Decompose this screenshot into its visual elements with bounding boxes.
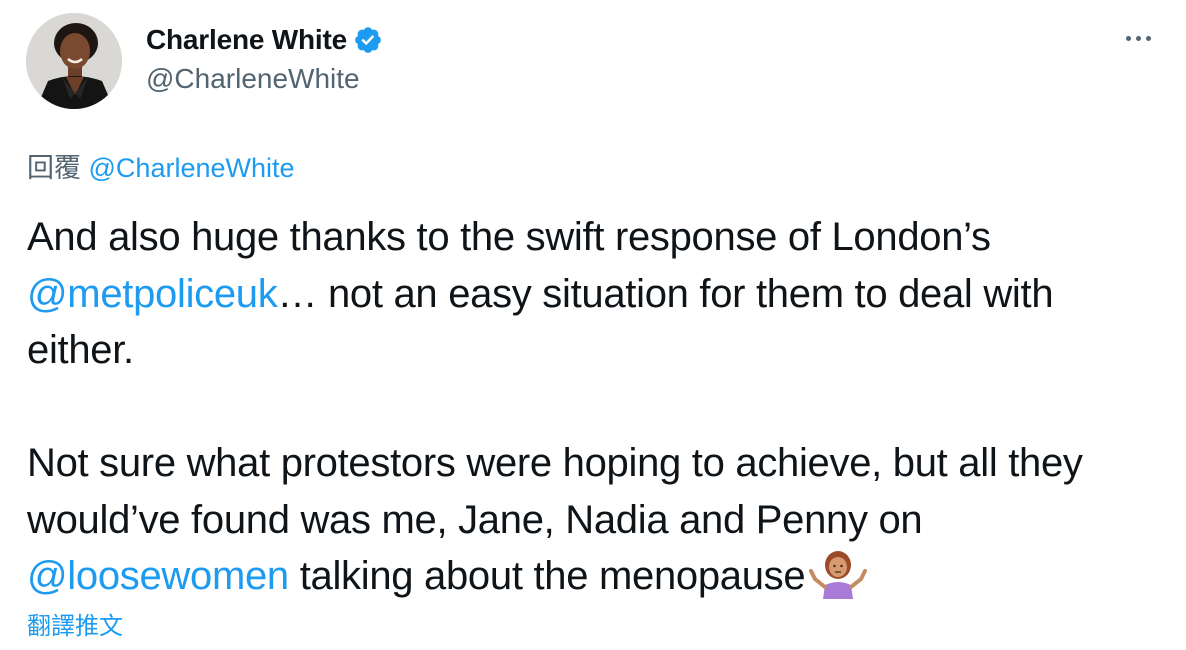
dot: [1145, 35, 1151, 41]
tweet-text-segment: Not sure what protestors were hoping to …: [27, 441, 1083, 542]
dot: [1135, 35, 1141, 41]
reply-context: 回覆 @CharleneWhite: [27, 146, 295, 185]
reply-prefix: 回覆: [27, 153, 81, 183]
person-shrugging-emoji-icon: [809, 549, 868, 599]
translate-tweet-link[interactable]: 翻譯推文: [27, 606, 123, 641]
tweet-text-segment: And also huge thanks to the swift respon…: [27, 215, 991, 259]
author-name-row: Charlene White: [146, 22, 383, 58]
reply-mention-link[interactable]: @CharleneWhite: [89, 153, 295, 183]
mention-link-metpoliceuk[interactable]: @metpoliceuk: [27, 272, 278, 316]
verified-badge-icon: [353, 25, 383, 55]
tweet-paragraph-2: Not sure what protestors were hoping to …: [27, 435, 1167, 605]
tweet-text: And also huge thanks to the swift respon…: [27, 209, 1167, 605]
author-display-name[interactable]: Charlene White: [146, 24, 347, 56]
mention-link-loosewomen[interactable]: @loosewomen: [27, 554, 289, 598]
avatar[interactable]: [26, 13, 122, 109]
tweet-card: Charlene White @CharleneWhite 回覆 @Charle…: [0, 0, 1186, 650]
more-options-icon[interactable]: [1118, 24, 1158, 52]
tweet-text-segment: talking about the menopause: [288, 554, 806, 598]
tweet-paragraph-1: And also huge thanks to the swift respon…: [27, 209, 1167, 379]
author-handle[interactable]: @CharleneWhite: [146, 63, 360, 95]
dot: [1125, 35, 1131, 41]
